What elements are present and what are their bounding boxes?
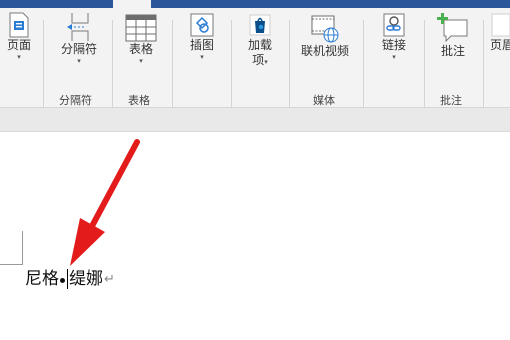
group-label-table: 表格	[128, 94, 150, 107]
new-comment-button-label: 批注	[440, 44, 465, 58]
group-divider	[172, 20, 173, 108]
document-paragraph[interactable]: 尼格 缇 娜 ↵	[25, 268, 115, 290]
page-break-button[interactable]: 分隔符 ▾	[56, 12, 102, 66]
group-divider	[424, 20, 425, 108]
page-break-icon	[67, 13, 89, 41]
online-video-icon	[311, 15, 339, 43]
group-divider	[112, 20, 113, 108]
table-icon	[125, 14, 157, 42]
title-bar	[0, 0, 510, 8]
illustrations-button-label: 插图	[189, 38, 214, 52]
group-label-comment: 批注	[440, 94, 462, 107]
chevron-down-icon: ▾	[200, 53, 204, 61]
chevron-down-icon: ▾	[392, 53, 396, 61]
document-text-segment: 缇	[69, 269, 86, 289]
text-boundary-corner	[0, 231, 23, 265]
insert-ribbon: 页面 ▾ 分隔符 ▾ 分隔符 表格 ▾ 表格 插图 ▾ 加载 项▾ 联机视频 媒…	[0, 8, 510, 108]
text-cursor	[67, 269, 68, 289]
link-button[interactable]: 链接 ▾	[376, 12, 412, 62]
link-button-label: 链接	[381, 38, 406, 52]
group-divider	[363, 20, 364, 108]
header-button[interactable]: 页眉	[490, 12, 510, 53]
table-button-label: 表格	[128, 42, 153, 56]
chevron-down-icon: ▾	[264, 58, 268, 66]
new-comment-icon	[437, 13, 468, 43]
group-divider	[43, 20, 44, 108]
active-tab-indicator	[113, 0, 151, 8]
header-button-label: 页眉	[490, 38, 510, 52]
online-video-button[interactable]: 联机视频	[298, 14, 352, 59]
online-video-button-label: 联机视频	[300, 44, 349, 58]
addins-button-label-line1: 加载	[247, 38, 272, 52]
illustrations-button[interactable]: 插图 ▾	[184, 12, 220, 62]
addins-button[interactable]: 加载 项▾	[242, 12, 278, 68]
group-divider	[483, 20, 484, 108]
document-page[interactable]	[0, 133, 510, 340]
link-icon	[383, 13, 405, 37]
store-bag-icon	[249, 14, 271, 36]
new-comment-button[interactable]: 批注	[434, 12, 472, 59]
header-icon	[491, 13, 510, 37]
document-text-segment: 娜	[86, 269, 103, 289]
table-button[interactable]: 表格 ▾	[122, 14, 160, 66]
document-text-segment: 尼格	[25, 269, 59, 289]
ruler-area	[0, 108, 510, 132]
chevron-down-icon: ▾	[139, 57, 143, 65]
group-label-separator: 分隔符	[59, 94, 92, 107]
chevron-down-icon: ▾	[17, 53, 21, 61]
group-label-media: 媒体	[313, 94, 335, 107]
page-button-label: 页面	[6, 38, 31, 52]
group-divider	[289, 20, 290, 108]
page-break-button-label: 分隔符	[60, 42, 97, 56]
addins-button-label-line2: 项▾	[252, 53, 268, 67]
illustrations-icon	[190, 13, 214, 37]
paragraph-mark: ↵	[104, 272, 115, 287]
group-divider	[231, 20, 232, 108]
chevron-down-icon: ▾	[77, 57, 81, 65]
page-icon	[9, 12, 29, 38]
middle-dot-separator	[60, 277, 65, 283]
page-button[interactable]: 页面 ▾	[4, 12, 34, 62]
